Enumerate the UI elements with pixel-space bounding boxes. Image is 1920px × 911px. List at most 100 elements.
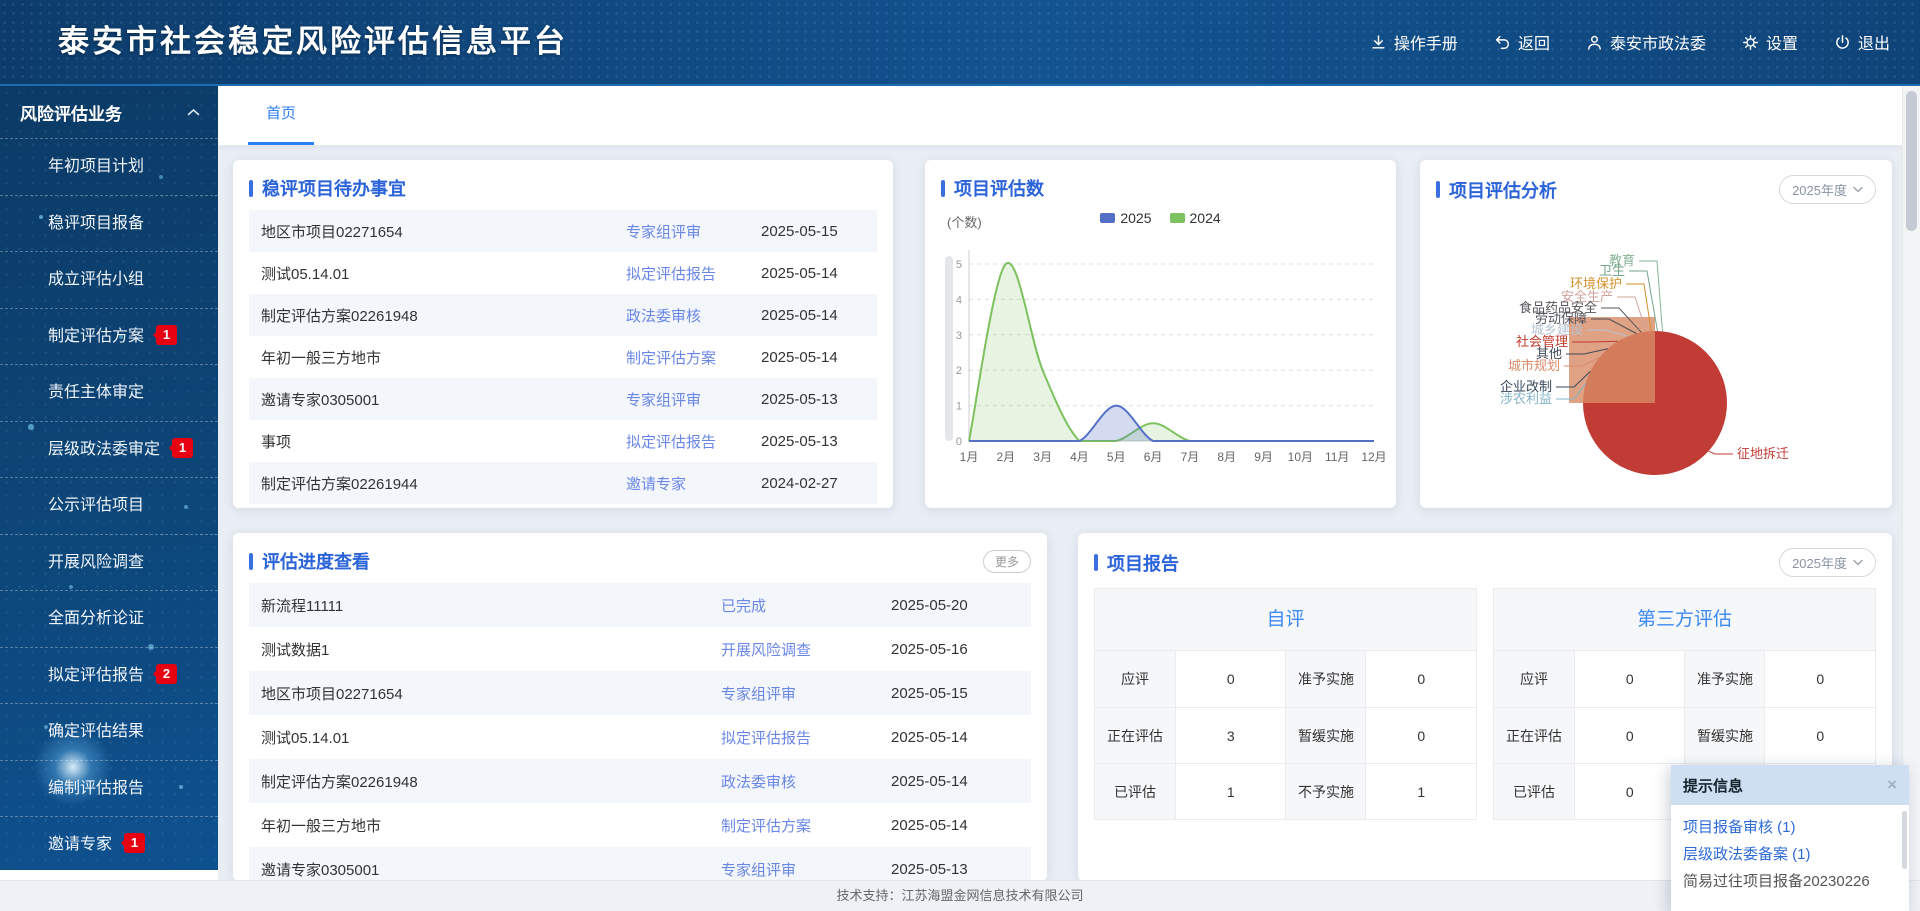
flow-step-link[interactable]: 专家组评审	[721, 683, 891, 704]
sidebar-item[interactable]: 确定评估结果	[0, 703, 218, 760]
header-menu-item[interactable]: 操作手册	[1370, 30, 1458, 54]
flow-step-link[interactable]: 政法委审核	[721, 771, 891, 792]
sidebar-item-label: 公示评估项目	[48, 497, 144, 514]
svg-text:6月: 6月	[1144, 450, 1163, 464]
sidebar-item[interactable]: 责任主体审定	[0, 364, 218, 421]
card-assessment-count: 项目评估数 (个数) 20252024 0123451月2月3月4月5月6月7月…	[925, 160, 1396, 508]
sidebar-item[interactable]: 年初项目计划	[0, 138, 218, 195]
flow-step-link[interactable]: 制定评估方案	[626, 347, 761, 368]
row-date: 2025-05-14	[891, 729, 1019, 746]
header-menu-item[interactable]: 退出	[1834, 30, 1890, 54]
report-cell-value: 3	[1175, 707, 1285, 763]
flow-step-link[interactable]: 拟定评估报告	[626, 263, 761, 284]
sidebar-item[interactable]: 稳评项目报备	[0, 195, 218, 252]
sidebar-item[interactable]: 层级政法委审定1	[0, 421, 218, 478]
sidebar-item[interactable]: 公示评估项目	[0, 477, 218, 534]
close-icon[interactable]: ×	[1887, 775, 1897, 795]
year-select-value: 2025年度	[1792, 553, 1847, 572]
sidebar-item[interactable]: 成立评估小组	[0, 251, 218, 308]
flow-step-link[interactable]: 拟定评估报告	[626, 431, 761, 452]
flow-step-link[interactable]: 专家组评审	[721, 859, 891, 880]
table-row: 地区市项目02271654 专家组评审 2025-05-15	[249, 210, 877, 252]
sidebar-item-label: 稳评项目报备	[48, 215, 144, 232]
header-menu-item[interactable]: 泰安市政法委	[1586, 30, 1706, 54]
table-row: 邀请专家0305001 专家组评审 2025-05-13	[249, 847, 1031, 880]
page-scrollbar[interactable]	[1902, 86, 1920, 880]
report-cell-label: 正在评估	[1095, 707, 1175, 763]
sidebar-item-badge: 1	[172, 438, 193, 458]
title-bar-decor	[1094, 554, 1098, 571]
svg-text:2月: 2月	[996, 450, 1015, 464]
table-row: 地区市项目02271654 专家组评审 2025-05-15	[249, 671, 1031, 715]
row-date: 2025-05-14	[761, 307, 865, 324]
sidebar-item[interactable]: 编制评估报告	[0, 760, 218, 817]
header-menu-item[interactable]: 设置	[1742, 30, 1798, 54]
report-cell-label: 暂缓实施	[1285, 707, 1365, 763]
report-cell-label: 已评估	[1095, 763, 1175, 819]
pie-label: 城市规划	[1508, 358, 1560, 373]
sidebar-item[interactable]: 邀请专家1	[0, 816, 218, 870]
flow-step-link[interactable]: 制定评估方案	[721, 815, 891, 836]
year-select-dropdown[interactable]: 2025年度	[1779, 175, 1876, 204]
more-button[interactable]: 更多	[983, 550, 1031, 573]
chart-legend: 2025 2024	[925, 210, 1396, 226]
main-area: 首页 稳评项目待办事宜 地区市项目02271654 专家组评审 2025-05-…	[218, 86, 1902, 880]
table-row: 制定评估方案02261948 政法委审核 2025-05-14	[249, 759, 1031, 803]
svg-text:2: 2	[956, 365, 962, 377]
row-date: 2025-05-14	[891, 773, 1019, 790]
flow-step-link[interactable]: 专家组评审	[626, 221, 761, 242]
header-menu-item[interactable]: 返回	[1494, 30, 1550, 54]
scrollbar-thumb[interactable]	[1906, 91, 1917, 231]
report-cell-value: 0	[1365, 651, 1475, 707]
sidebar-item-badge: 1	[156, 325, 177, 345]
legend-item[interactable]: 2025	[1100, 210, 1151, 226]
flow-step-link[interactable]: 邀请专家	[626, 473, 761, 494]
title-bar-decor	[249, 180, 253, 197]
project-name: 地区市项目02271654	[261, 683, 721, 704]
table-row: 新流程11111 已完成 2025-05-20	[249, 583, 1031, 627]
sidebar-item-label: 年初项目计划	[48, 158, 144, 175]
row-date: 2025-05-15	[891, 685, 1019, 702]
table-row: 制定评估方案02261944 邀请专家 2024-02-27	[249, 462, 877, 504]
flow-step-link[interactable]: 专家组评审	[626, 389, 761, 410]
return-icon	[1494, 34, 1511, 51]
toast-link[interactable]: 项目报备审核 (1)	[1683, 814, 1897, 841]
card-title: 项目评估数	[954, 175, 1044, 201]
project-name: 地区市项目02271654	[261, 221, 626, 242]
svg-text:3: 3	[956, 330, 962, 342]
flow-step-link[interactable]: 开展风险调查	[721, 639, 891, 660]
sidebar-menu: 年初项目计划稳评项目报备成立评估小组制定评估方案1责任主体审定层级政法委审定1 公…	[0, 138, 218, 870]
row-date: 2025-05-14	[761, 349, 865, 366]
tab-home[interactable]: 首页	[248, 86, 314, 145]
flow-step-link[interactable]: 已完成	[721, 595, 891, 616]
user-icon	[1586, 34, 1603, 51]
legend-item[interactable]: 2024	[1170, 210, 1221, 226]
flow-step-link[interactable]: 政法委审核	[626, 305, 761, 326]
project-name: 邀请专家0305001	[261, 389, 626, 410]
flow-step-link[interactable]: 拟定评估报告	[721, 727, 891, 748]
toast-scrollbar[interactable]	[1902, 811, 1907, 869]
svg-text:1月: 1月	[960, 450, 979, 464]
report-cell-label: 正在评估	[1494, 707, 1574, 763]
card-title: 项目报告	[1107, 550, 1179, 576]
sidebar-item[interactable]: 全面分析论证	[0, 590, 218, 647]
table-row: 邀请专家0305001 专家组评审 2025-05-13	[249, 378, 877, 420]
sidebar-item[interactable]: 制定评估方案1	[0, 308, 218, 365]
card-title: 评估进度查看	[262, 548, 370, 574]
sidebar-section-header[interactable]: 风险评估业务	[0, 86, 218, 138]
svg-text:12月: 12月	[1361, 450, 1386, 464]
card-header: 项目评估数	[925, 160, 1396, 210]
tab-bar: 首页	[218, 86, 1902, 146]
year-select-dropdown[interactable]: 2025年度	[1779, 548, 1876, 577]
pie-label: 涉农利益	[1500, 391, 1552, 406]
sidebar-item-badge: 1	[124, 833, 145, 853]
sidebar-item[interactable]: 开展风险调查	[0, 534, 218, 591]
svg-text:8月: 8月	[1217, 450, 1236, 464]
toast-link[interactable]: 层级政法委备案 (1)	[1683, 841, 1897, 868]
sidebar-item[interactable]: 拟定评估报告2	[0, 647, 218, 704]
row-date: 2025-05-20	[891, 597, 1019, 614]
table-row: 测试数据1 开展风险调查 2025-05-16	[249, 627, 1031, 671]
project-name: 制定评估方案02261948	[261, 305, 626, 326]
report-cell-value: 1	[1175, 763, 1285, 819]
top-header: 泰安市社会稳定风险评估信息平台 操作手册 返回	[0, 0, 1920, 86]
